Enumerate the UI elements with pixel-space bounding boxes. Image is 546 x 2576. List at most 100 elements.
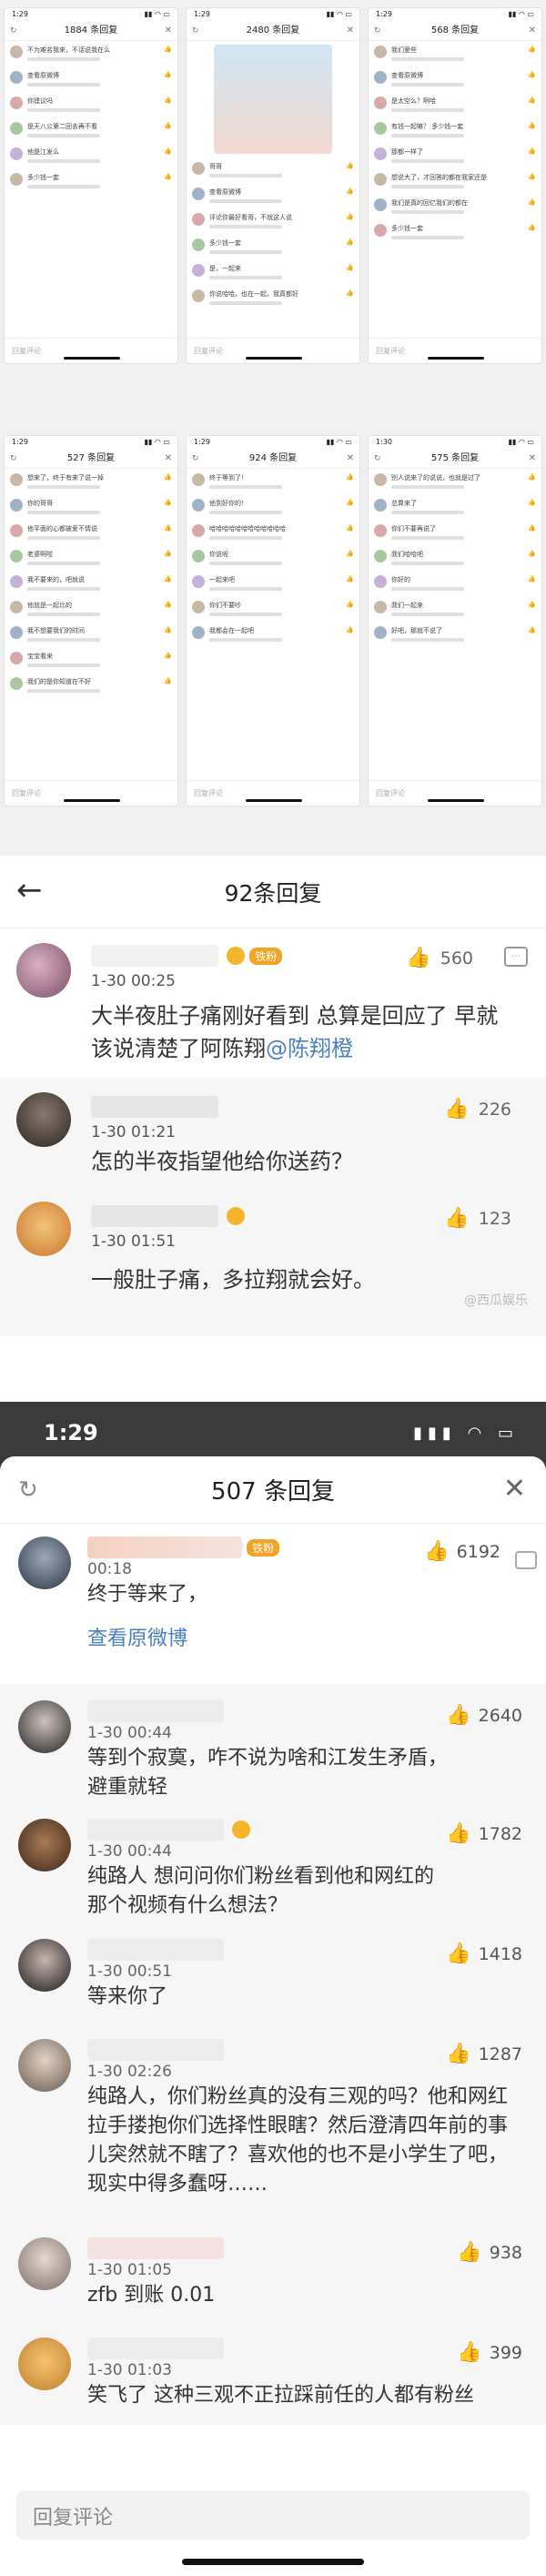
thumb-up-icon[interactable]: 👍 [164,626,172,644]
thumb-up-icon[interactable]: 👍 [164,575,172,593]
username-blurred[interactable] [91,945,218,967]
username-blurred[interactable] [87,1819,224,1841]
like-button[interactable]: 👍 399 [457,2341,522,2364]
thumb-up-icon[interactable]: 👍 [528,198,536,217]
refresh-icon[interactable]: ↻ [374,449,381,469]
thumb-up-icon[interactable]: 👍 [164,601,172,619]
more-icon[interactable] [515,1551,537,1569]
thumb-up-icon[interactable]: 👍 [346,524,354,543]
thumb-up-icon[interactable]: 👍 [164,46,172,64]
thumb-up-icon[interactable]: 👍 [528,473,536,492]
username-blurred[interactable] [87,2039,224,2061]
thumbnail-comment-text: 想说大了，才回答的都在我家还是 [391,174,487,181]
more-icon[interactable]: … [504,947,528,967]
thumb-up-icon[interactable]: 👍 [346,626,354,644]
avatar [10,46,23,58]
avatar[interactable] [16,1202,71,1256]
thumb-up-icon[interactable]: 👍 [346,550,354,568]
thumb-up-icon[interactable]: 👍 [164,71,172,89]
like-button[interactable]: 👍 1287 [446,2043,522,2065]
reply-text: 纯路人，你们粉丝真的没有三观的吗？他和网红拉手搂抱你们选择性眼瞎？然后澄清四年前… [87,2085,509,2196]
avatar[interactable] [18,2338,71,2390]
close-icon[interactable]: ✕ [347,21,354,41]
avatar[interactable] [16,943,71,998]
like-button[interactable]: 👍 1782 [446,1822,522,1845]
refresh-icon[interactable]: ↻ [374,21,381,41]
thumb-up-icon[interactable]: 👍 [528,71,536,89]
close-icon[interactable]: ✕ [529,21,536,41]
thumb-up-icon[interactable]: 👍 [528,601,536,619]
thumb-up-icon[interactable]: 👍 [164,173,172,191]
thumb-up-icon[interactable]: 👍 [528,499,536,517]
thumb-up-icon[interactable]: 👍 [346,213,354,231]
thumb-up-icon[interactable]: 👍 [164,499,172,517]
thumb-up-icon[interactable]: 👍 [528,122,536,140]
username-blurred[interactable] [91,1096,218,1118]
thumb-up-icon[interactable]: 👍 [528,575,536,593]
comment-image[interactable] [214,45,332,154]
reply-input[interactable]: 回复评论 [16,2490,530,2540]
thumb-up-icon[interactable]: 👍 [346,289,354,308]
refresh-icon[interactable]: ↻ [192,449,199,469]
username-blurred[interactable] [87,2338,224,2359]
thumb-up-icon[interactable]: 👍 [346,238,354,257]
username-blurred[interactable] [87,2237,224,2259]
thumb-up-icon[interactable]: 👍 [528,46,536,64]
thumb-up-icon[interactable]: 👍 [528,626,536,644]
close-icon[interactable]: ✕ [347,449,354,469]
thumb-up-icon[interactable]: 👍 [528,224,536,242]
thumb-up-icon[interactable]: 👍 [346,499,354,517]
refresh-icon[interactable]: ↻ [18,1476,38,1504]
thumb-up-icon[interactable]: 👍 [528,173,536,191]
like-button[interactable]: 👍 1418 [446,1942,522,1965]
view-original-post-link[interactable]: 查看原微博 [87,1622,530,1651]
thumb-up-icon[interactable]: 👍 [164,122,172,140]
refresh-icon[interactable]: ↻ [192,21,199,41]
thumb-up-icon[interactable]: 👍 [164,677,172,695]
refresh-icon[interactable]: ↻ [10,21,17,41]
refresh-icon[interactable]: ↻ [10,449,17,469]
like-button[interactable]: 👍 560 [406,947,473,969]
thumb-up-icon[interactable]: 👍 [528,550,536,568]
thumbnail-header: ↻ 924 条回复 ✕ [187,449,359,469]
avatar[interactable] [18,1536,71,1589]
thumb-up-icon[interactable]: 👍 [164,96,172,115]
close-icon[interactable]: ✕ [165,21,172,41]
thumb-up-icon[interactable]: 👍 [346,264,354,282]
username-blurred[interactable] [87,1939,224,1961]
like-button[interactable]: 👍 6192 [424,1540,500,1563]
thumb-up-icon[interactable]: 👍 [164,652,172,670]
thumb-up-icon[interactable]: 👍 [528,96,536,115]
avatar[interactable] [18,2039,71,2092]
thumb-up-icon[interactable]: 👍 [164,147,172,166]
username-blurred[interactable] [91,1205,218,1227]
thumb-up-icon[interactable]: 👍 [164,524,172,543]
thumb-up-icon[interactable]: 👍 [346,188,354,206]
like-button[interactable]: 👍 2640 [446,1704,522,1727]
like-button[interactable]: 👍 938 [457,2241,522,2264]
thumb-up-icon[interactable]: 👍 [346,601,354,619]
thumb-up-icon[interactable]: 👍 [528,147,536,166]
thumb-up-icon[interactable]: 👍 [346,575,354,593]
thumb-up-icon[interactable]: 👍 [346,162,354,180]
mention-link[interactable]: @陈翔橙 [266,1036,353,1061]
close-icon[interactable]: ✕ [165,449,172,469]
avatar[interactable] [18,2237,71,2290]
thumbnail-comment: 我们哈哈吧 👍 [369,545,541,571]
username-blurred[interactable] [87,1700,224,1722]
back-arrow-icon[interactable]: ← [16,875,56,908]
close-icon[interactable]: ✕ [529,449,536,469]
like-button[interactable]: 👍 226 [444,1098,511,1121]
thumbnail-comment-text: 有钱一起嘛？ 多少钱一套 [391,123,464,130]
like-button[interactable]: 👍 123 [444,1207,511,1230]
avatar[interactable] [18,1819,71,1871]
avatar[interactable] [18,1700,71,1753]
username-blurred[interactable] [87,1536,242,1558]
thumb-up-icon[interactable]: 👍 [346,473,354,492]
thumb-up-icon[interactable]: 👍 [164,473,172,492]
avatar[interactable] [18,1939,71,1992]
thumb-up-icon[interactable]: 👍 [164,550,172,568]
avatar[interactable] [16,1092,71,1147]
close-icon[interactable]: ✕ [503,1473,526,1505]
thumb-up-icon[interactable]: 👍 [528,524,536,543]
